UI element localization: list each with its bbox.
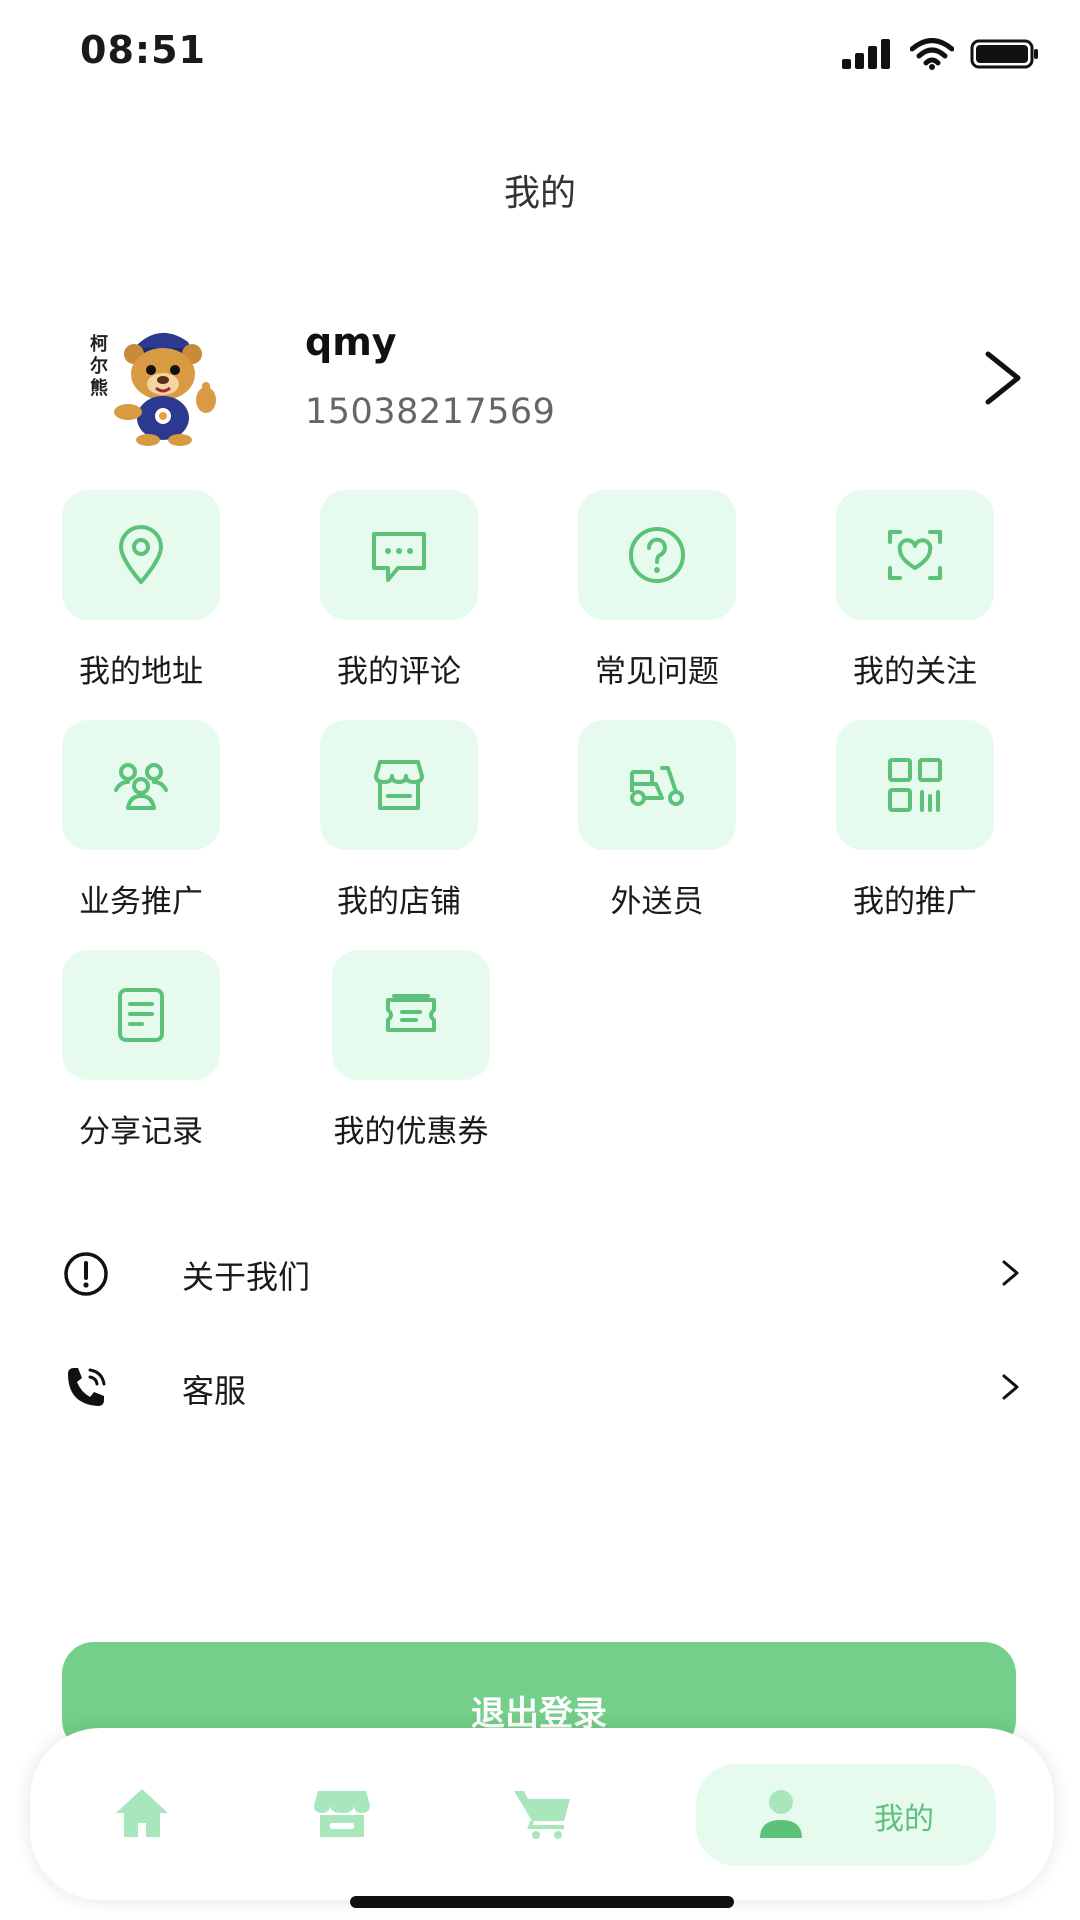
tile [836,490,994,620]
grid-item-business-promotion[interactable]: 业务推广 [46,720,236,921]
cart-icon [514,1791,570,1839]
grid-item-my-store[interactable]: 我的店铺 [304,720,494,921]
page-title: 我的 [503,173,576,214]
list-label: 关于我们 [182,1258,311,1296]
chat-bubble-icon [372,532,426,582]
list-label: 客服 [182,1372,247,1410]
user-icon [760,1790,802,1838]
bottom-tab-bar: 我的 [30,1728,1054,1900]
tile [836,720,994,850]
grid-label: 常见问题 [595,654,719,690]
tile [578,490,736,620]
tab-home[interactable] [92,1768,192,1858]
status-icons [842,36,1040,72]
tile [578,720,736,850]
question-circle-icon [629,527,685,583]
tile [320,720,478,850]
grid-label: 我的优惠券 [333,1114,489,1150]
bear-mascot-avatar: 柯 尔 熊 [90,332,216,446]
username: qmy [305,320,397,364]
phone-number: 15038217569 [305,392,556,432]
grid-label: 我的关注 [853,654,977,690]
avatar[interactable]: 柯 尔 熊 [88,320,238,446]
profile-page: 08:51 我的 柯 尔 熊 qmy 15038217569 我的地址 我的评论… [0,0,1080,1920]
grid-item-courier[interactable]: 外送员 [562,720,752,921]
tab-mine[interactable]: 我的 [696,1764,996,1866]
tile [62,950,220,1080]
status-time: 08:51 [80,28,206,72]
document-icon [118,988,164,1042]
scooter-icon [630,766,684,806]
grid-label: 业务推广 [79,884,203,920]
chevron-right-icon[interactable] [978,348,1028,408]
signal-icon [842,39,890,69]
chevron-right-icon [1002,1260,1019,1286]
chevron-right-icon [1002,1374,1019,1400]
list-item-customer-service[interactable]: 客服 [0,1342,1080,1432]
grid-item-share-records[interactable]: 分享记录 [46,950,236,1151]
qr-code-icon [888,758,942,812]
grid-item-following[interactable]: 我的关注 [820,490,1010,691]
home-indicator [350,1896,734,1908]
grid-item-comments[interactable]: 我的评论 [304,490,494,691]
grid-label: 我的推广 [853,884,977,920]
battery-icon [970,39,1038,69]
avatar-logo-char: 熊 [90,377,108,399]
grid-label: 我的地址 [79,654,203,690]
grid-item-address[interactable]: 我的地址 [46,490,236,691]
group-users-icon [114,763,168,810]
avatar-logo-char: 柯 [90,333,108,355]
avatar-logo-char: 尔 [90,355,108,377]
heart-focus-icon [888,530,942,580]
tile [332,950,490,1080]
tile [62,490,220,620]
home-icon [116,1789,168,1837]
grid-label: 我的评论 [337,654,461,690]
grid-label: 分享记录 [79,1114,203,1150]
grid-label: 外送员 [610,884,704,920]
tile [320,490,478,620]
location-pin-icon [119,525,163,584]
tab-label: 我的 [874,1802,934,1837]
list-item-about-us[interactable]: 关于我们 [0,1228,1080,1318]
tab-shop[interactable] [292,1768,392,1858]
shop-icon [314,1791,370,1837]
grid-item-my-promotion[interactable]: 我的推广 [820,720,1010,921]
grid-item-faq[interactable]: 常见问题 [562,490,752,691]
phone-call-icon [68,1368,106,1406]
wifi-icon [910,38,954,70]
grid-label: 我的店铺 [337,884,461,920]
info-circle-icon [64,1252,108,1296]
coupon-icon [386,994,436,1032]
store-icon [374,760,424,810]
tile [62,720,220,850]
tab-cart[interactable] [492,1768,592,1858]
grid-item-coupons[interactable]: 我的优惠券 [316,950,506,1151]
